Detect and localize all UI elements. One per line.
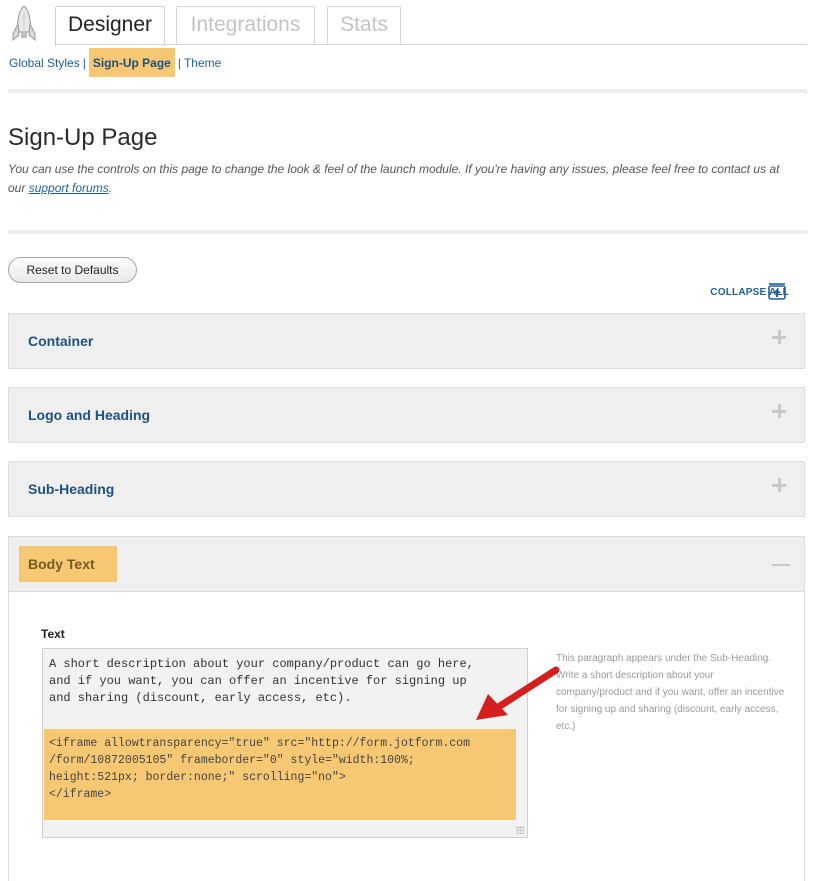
nav-theme[interactable]: Theme — [184, 56, 221, 70]
minus-icon[interactable] — [772, 564, 790, 566]
nav-separator: | — [82, 56, 86, 70]
panel-label: Sub-Heading — [28, 481, 115, 497]
intro-end: . — [108, 181, 113, 195]
collapse-all-icon[interactable] — [768, 283, 786, 300]
panel-body-text-content: Text A short description about your comp… — [8, 591, 805, 881]
panel-body-text: Body Text — [8, 536, 805, 592]
support-forums-link[interactable]: support forums — [29, 181, 109, 195]
tab-divider — [55, 44, 807, 45]
panel-logo-heading: Logo and Heading — [8, 387, 805, 443]
divider — [8, 89, 807, 93]
resize-handle[interactable] — [516, 826, 524, 834]
tab-designer[interactable]: Designer — [55, 6, 165, 46]
panel-header-container[interactable]: Container — [9, 314, 804, 368]
plus-icon[interactable] — [772, 330, 786, 344]
panel-sub-heading: Sub-Heading — [8, 461, 805, 517]
red-arrow-icon — [476, 666, 560, 720]
panel-label: Container — [28, 333, 94, 349]
divider — [8, 230, 807, 234]
field-help-text: This paragraph appears under the Sub-Hea… — [556, 653, 785, 732]
rocket-logo-icon — [12, 5, 36, 42]
tab-stats[interactable]: Stats — [327, 6, 401, 44]
textarea-embed-code: <iframe allowtransparency="true" src="ht… — [49, 737, 470, 801]
panel-container: Container — [8, 313, 805, 369]
panel-header-body-text[interactable]: Body Text — [9, 537, 804, 591]
panel-label: Logo and Heading — [28, 407, 151, 423]
reset-to-defaults-button[interactable]: Reset to Defaults — [8, 257, 137, 283]
page-intro: You can use the controls on this page to… — [8, 160, 798, 198]
sub-navigation: Global Styles | Sign-Up Page | Theme — [9, 48, 221, 77]
panel-header-logo-heading[interactable]: Logo and Heading — [9, 388, 804, 442]
panel-header-sub-heading[interactable]: Sub-Heading — [9, 462, 804, 516]
text-field-label: Text — [41, 627, 65, 641]
intro-text: You can use the controls on this page to… — [8, 162, 780, 195]
page-title: Sign-Up Page — [8, 124, 158, 151]
tab-integrations[interactable]: Integrations — [176, 6, 315, 44]
nav-signup-page[interactable]: Sign-Up Page — [88, 48, 175, 77]
plus-icon[interactable] — [772, 478, 786, 492]
panel-label: Body Text — [28, 556, 95, 572]
textarea-description: A short description about your company/p… — [49, 657, 474, 705]
nav-separator: | — [177, 56, 181, 70]
nav-global-styles[interactable]: Global Styles — [9, 56, 80, 70]
plus-icon[interactable] — [772, 404, 786, 418]
body-text-textarea[interactable]: A short description about your company/p… — [42, 648, 528, 838]
